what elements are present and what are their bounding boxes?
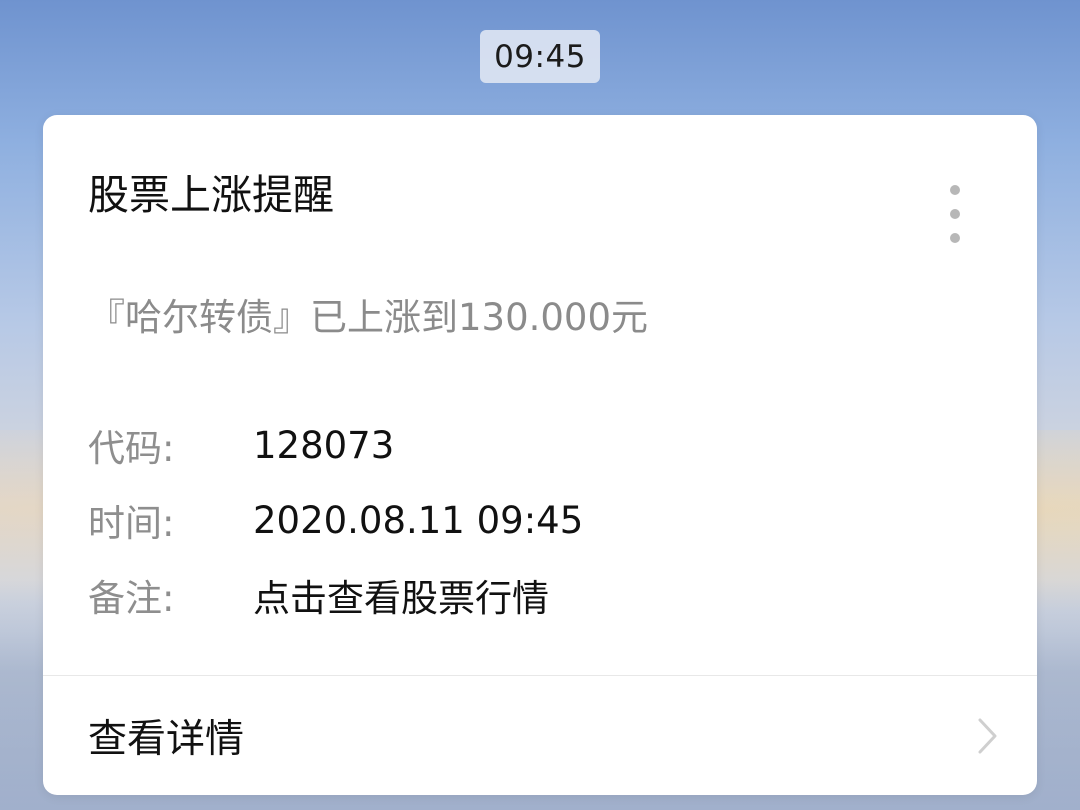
field-note-label: 备注: xyxy=(88,577,175,620)
card-title: 股票上涨提醒 xyxy=(88,171,334,219)
view-details-button[interactable]: 查看详情 xyxy=(43,676,1037,795)
field-code: 代码: 128073 xyxy=(88,420,395,471)
field-code-value: 128073 xyxy=(253,423,395,467)
field-note: 备注: 点击查看股票行情 xyxy=(88,570,549,620)
field-note-value: 点击查看股票行情 xyxy=(253,577,549,620)
chevron-right-icon xyxy=(978,718,997,753)
field-code-label: 代码: xyxy=(88,427,175,470)
field-time: 时间: 2020.08.11 09:45 xyxy=(88,495,584,546)
more-dot xyxy=(950,209,960,219)
more-options-button[interactable] xyxy=(943,185,967,243)
alert-summary: 『哈尔转债』已上涨到130.000元 xyxy=(88,296,649,339)
field-time-value: 2020.08.11 09:45 xyxy=(253,498,584,542)
notification-card[interactable]: 股票上涨提醒 『哈尔转债』已上涨到130.000元 代码: 128073 时间:… xyxy=(43,115,1037,795)
more-dot xyxy=(950,233,960,243)
message-timestamp: 09:45 xyxy=(480,30,600,83)
view-details-label: 查看详情 xyxy=(88,716,245,762)
field-time-label: 时间: xyxy=(88,502,175,545)
more-vertical-icon xyxy=(950,185,960,195)
